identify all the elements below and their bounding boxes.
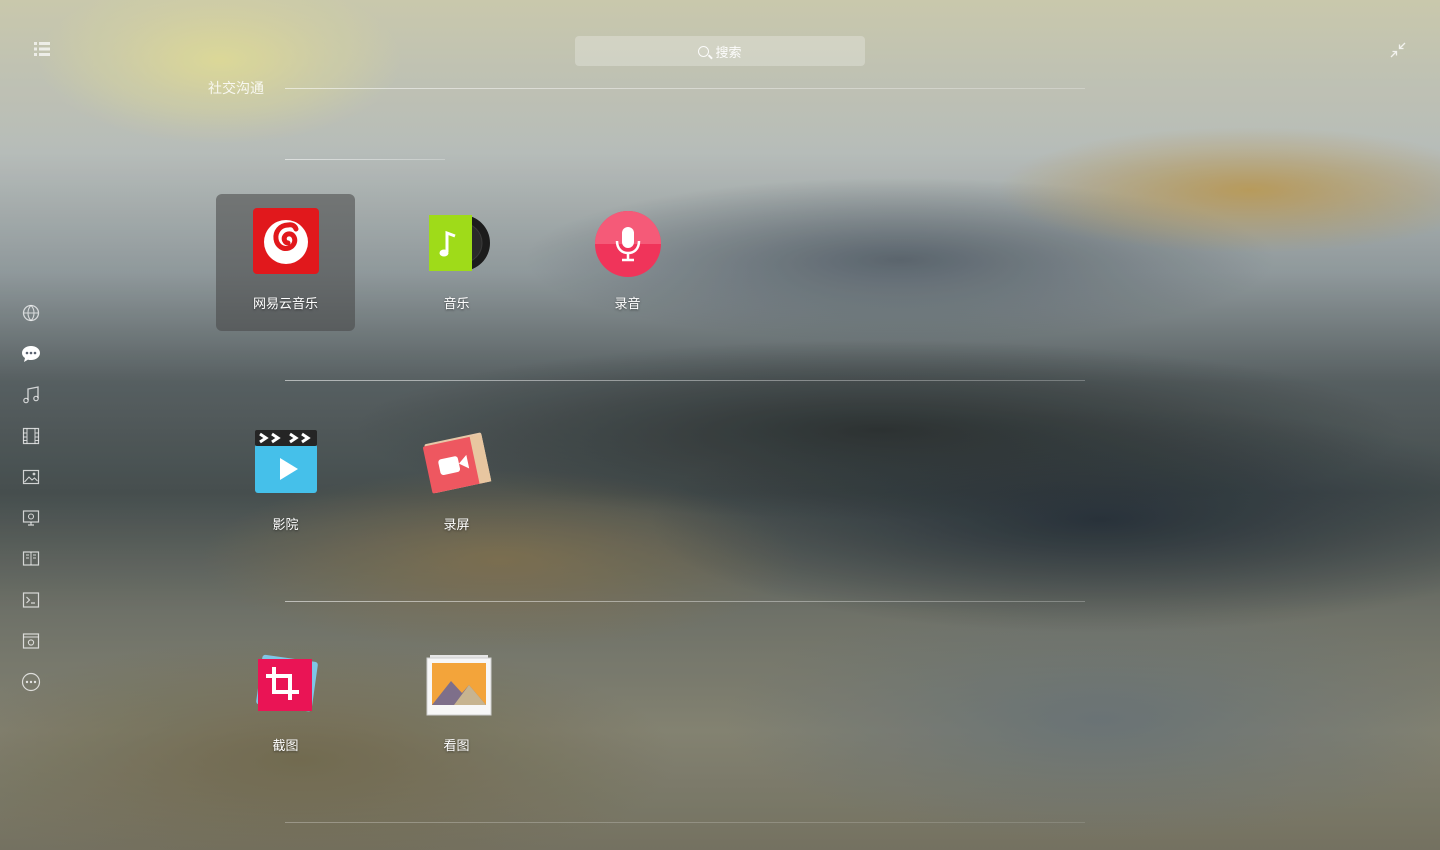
video-icon[interactable]: [18, 423, 44, 449]
section-divider: [285, 159, 445, 160]
app-label: 看图: [443, 739, 470, 754]
screenshot-icon: [250, 647, 322, 719]
app-label: 录音: [614, 297, 641, 312]
netease-music-icon: [250, 205, 322, 277]
app-label: 音乐: [443, 297, 470, 312]
category-divider: [285, 88, 1085, 89]
app-label: 截图: [272, 739, 299, 754]
movie-player-icon: [250, 426, 322, 498]
image-icon[interactable]: [18, 464, 44, 490]
image-viewer-icon: [421, 647, 493, 719]
app-music[interactable]: 音乐: [387, 194, 526, 331]
app-movie[interactable]: 影院: [216, 415, 355, 552]
search-icon: [698, 45, 710, 57]
exit-fullscreen-icon[interactable]: [1388, 42, 1408, 62]
app-screenshot[interactable]: 截图: [216, 636, 355, 773]
chat-icon[interactable]: [18, 341, 44, 367]
app-label: 网易云音乐: [252, 297, 318, 312]
app-voice-recorder[interactable]: 录音: [558, 194, 697, 331]
app-netease-music[interactable]: 网易云音乐: [216, 194, 355, 331]
terminal-icon[interactable]: [18, 587, 44, 613]
screen-recorder-icon: [421, 426, 493, 498]
search-placeholder: 搜索: [715, 45, 742, 61]
app-label: 影院: [272, 518, 299, 533]
row-divider: [285, 601, 1085, 602]
category-title: 社交沟通: [208, 81, 264, 97]
more-icon[interactable]: [18, 669, 44, 695]
system-icon[interactable]: [18, 628, 44, 654]
row-divider: [285, 380, 1085, 381]
voice-recorder-icon: [592, 205, 664, 277]
search-box[interactable]: 搜索: [575, 36, 865, 66]
app-label: 录屏: [443, 518, 470, 533]
music-player-icon: [421, 205, 493, 277]
category-mode-icon[interactable]: [32, 40, 52, 60]
app-screen-recorder[interactable]: 录屏: [387, 415, 526, 552]
app-image-viewer[interactable]: 看图: [387, 636, 526, 773]
reading-icon[interactable]: [18, 546, 44, 572]
internet-icon[interactable]: [18, 300, 44, 326]
game-icon[interactable]: [18, 505, 44, 531]
row-divider: [285, 822, 1085, 823]
music-icon[interactable]: [18, 382, 44, 408]
